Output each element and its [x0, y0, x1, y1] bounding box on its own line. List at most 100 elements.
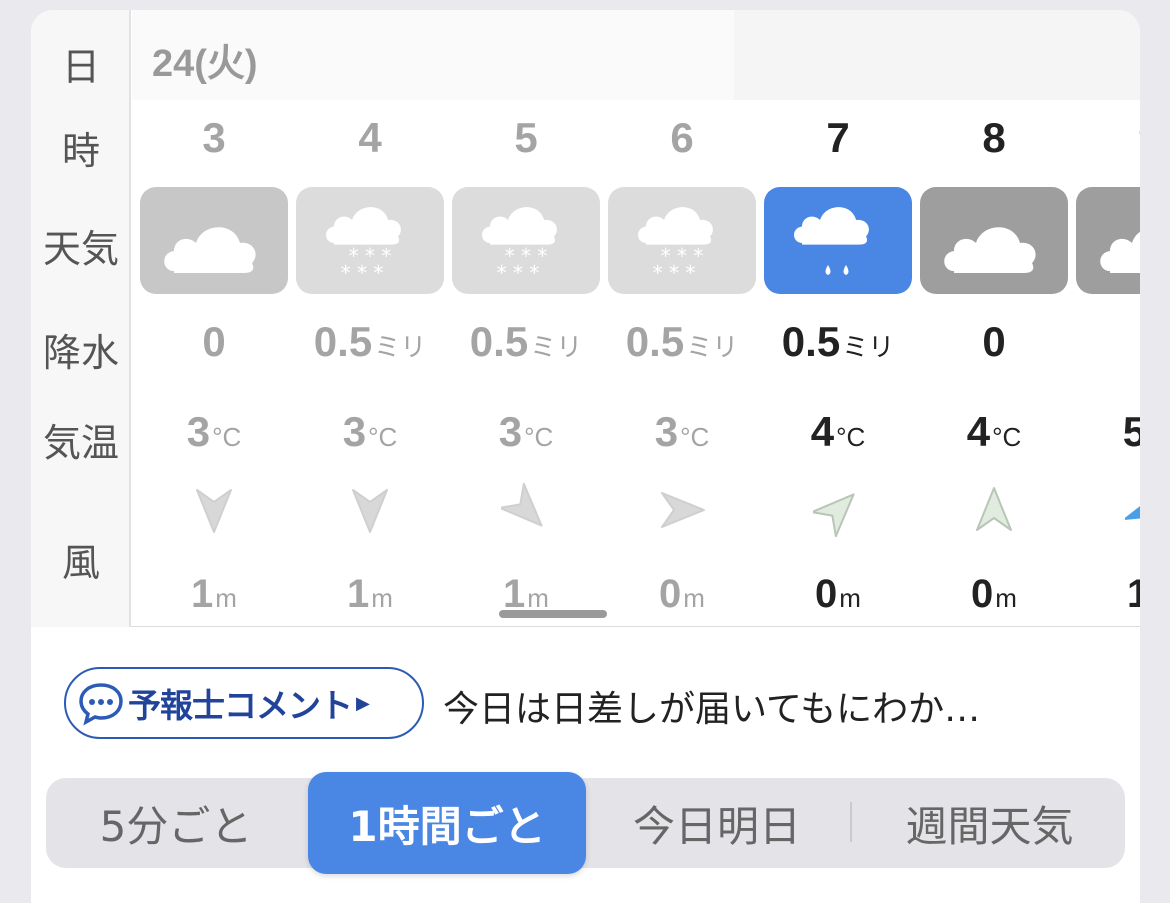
tab-5min[interactable]: 5分ごと [46, 778, 306, 868]
temp-value: 3°C [139, 408, 289, 456]
scroll-indicator[interactable] [499, 610, 607, 618]
hour-label: 4 [358, 114, 382, 161]
wind-speed-unit: m [683, 583, 705, 613]
wind-speed-unit: m [995, 583, 1017, 613]
temp-amount: 3 [342, 408, 367, 455]
temp-unit: °C [212, 422, 242, 452]
precip-amount: 0 [202, 318, 226, 365]
hour-column: 5 * * * * * * 0.5ミリ 3°C 1m [451, 10, 601, 627]
temp-amount: 3 [654, 408, 679, 455]
row-label-column: 日 時 天気 降水 気温 風 [31, 10, 131, 627]
tab-weekly[interactable]: 週間天気 [854, 778, 1125, 868]
hour-column: 6 * * * * * * 0.5ミリ 3°C 0m [607, 10, 757, 627]
hour-column: 4 * * * * * * 0.5ミリ 3°C 1m [295, 10, 445, 627]
precip-unit: ミリ [374, 332, 427, 362]
weather-tile: * * * * * * [296, 187, 444, 294]
precip-value: 0 [1075, 318, 1140, 366]
wind-speed-amount: 0 [659, 572, 682, 616]
wind-direction-icon [189, 480, 239, 540]
wind-direction-icon [345, 480, 395, 540]
caret-right-icon: ▶ [356, 692, 370, 714]
temp-unit: °C [368, 422, 398, 452]
hour-label: 3 [202, 114, 226, 161]
snow-icon: * * ** * * [482, 207, 557, 285]
hour-label: 7 [826, 114, 850, 161]
tab-today-tomorrow[interactable]: 今日明日 [588, 778, 846, 868]
temp-unit: °C [524, 422, 554, 452]
wind-speed-value: 1m [139, 572, 289, 617]
precip-value: 0.5ミリ [451, 318, 601, 366]
wind-direction-icon [657, 480, 707, 540]
precip-value: 0.5ミリ [607, 318, 757, 366]
cloudy-icon [164, 227, 256, 273]
hour-column: 7 0.5ミリ 4°C 0m [763, 10, 913, 627]
precip-unit: ミリ [842, 332, 895, 362]
weather-tile: * * * * * * [452, 187, 600, 294]
wind-speed-amount: 1 [1127, 572, 1140, 616]
temp-value: 3°C [295, 408, 445, 456]
hour-column: 3 0 3°C 1m [139, 10, 289, 627]
wind-speed-amount: 0 [815, 572, 838, 616]
forecaster-comment-button[interactable]: 予報士コメント ▶ [64, 667, 424, 739]
wind-speed-unit: m [215, 583, 237, 613]
row-label-precip: 降水 [42, 331, 119, 375]
cloudy-icon [1100, 231, 1140, 273]
wind-speed-value: 1m [295, 572, 445, 617]
weather-card: 日 時 天気 降水 気温 風 24(火) 3 0 3°C 1m 4 * * * * * * 0… [31, 10, 1140, 903]
wind-speed-amount: 0 [971, 572, 994, 616]
wind-speed-unit: m [527, 583, 549, 613]
wind-speed-amount: 1 [191, 572, 214, 616]
precip-amount: 0.5 [469, 318, 529, 365]
table-divider [31, 626, 1140, 627]
row-label-hour: 時 [61, 129, 100, 173]
wind-speed-amount: 1 [347, 572, 370, 616]
wind-speed-value: 0m [607, 572, 757, 617]
comment-button-label: 予報士コメント [128, 686, 353, 725]
row-label-temp: 気温 [42, 421, 119, 465]
speech-bubble-icon [76, 680, 126, 726]
wind-direction-icon [1124, 480, 1140, 540]
temp-unit: °C [992, 422, 1022, 452]
svg-text:* * *: * * * [497, 261, 540, 285]
hourly-scroll-area[interactable]: 24(火) 3 0 3°C 1m 4 * * * * * * 0.5ミリ 3°C 1m 5 * * *… [132, 10, 1140, 627]
precip-amount: 0 [982, 318, 1006, 365]
row-label-weather: 天気 [42, 227, 119, 271]
rain-icon [794, 207, 869, 275]
precip-unit: ミリ [686, 332, 739, 362]
precip-amount: 0.5 [313, 318, 373, 365]
row-label-date: 日 [61, 45, 100, 89]
snow-icon: * * ** * * [326, 207, 401, 285]
wind-speed-value: 1m [1075, 572, 1140, 617]
precip-amount: 0.5 [781, 318, 841, 365]
row-label-wind: 風 [61, 541, 100, 585]
weather-tile [140, 187, 288, 294]
temp-amount: 3 [186, 408, 211, 455]
temp-value: 5°C [1075, 408, 1140, 456]
weather-tile [764, 187, 912, 294]
hour-label: 6 [670, 114, 694, 161]
wind-speed-value: 0m [919, 572, 1069, 617]
precip-amount: 0 [1138, 318, 1140, 365]
precip-value: 0.5ミリ [295, 318, 445, 366]
wind-direction-icon [810, 480, 863, 540]
wind-direction-icon [498, 480, 551, 540]
temp-value: 4°C [763, 408, 913, 456]
weather-tile [920, 187, 1068, 294]
temp-value: 3°C [451, 408, 601, 456]
weather-tile: * * * * * * [608, 187, 756, 294]
wind-direction-icon [969, 480, 1019, 540]
temp-amount: 4 [810, 408, 835, 455]
precip-value: 0 [139, 318, 289, 366]
comment-preview-text[interactable]: 今日は日差しが届いてもにわか… [443, 680, 980, 732]
wind-speed-unit: m [839, 583, 861, 613]
hour-column: 8 0 4°C 0m [919, 10, 1069, 627]
precip-value: 0.5ミリ [763, 318, 913, 366]
temp-value: 4°C [919, 408, 1069, 456]
precip-value: 0 [919, 318, 1069, 366]
temp-value: 3°C [607, 408, 757, 456]
tab-divider [850, 802, 852, 842]
temp-unit: °C [836, 422, 866, 452]
tab-hourly[interactable]: 1時間ごと [308, 772, 586, 874]
temp-unit: °C [680, 422, 710, 452]
hour-column: 9 0 5°C 1m [1075, 10, 1140, 627]
